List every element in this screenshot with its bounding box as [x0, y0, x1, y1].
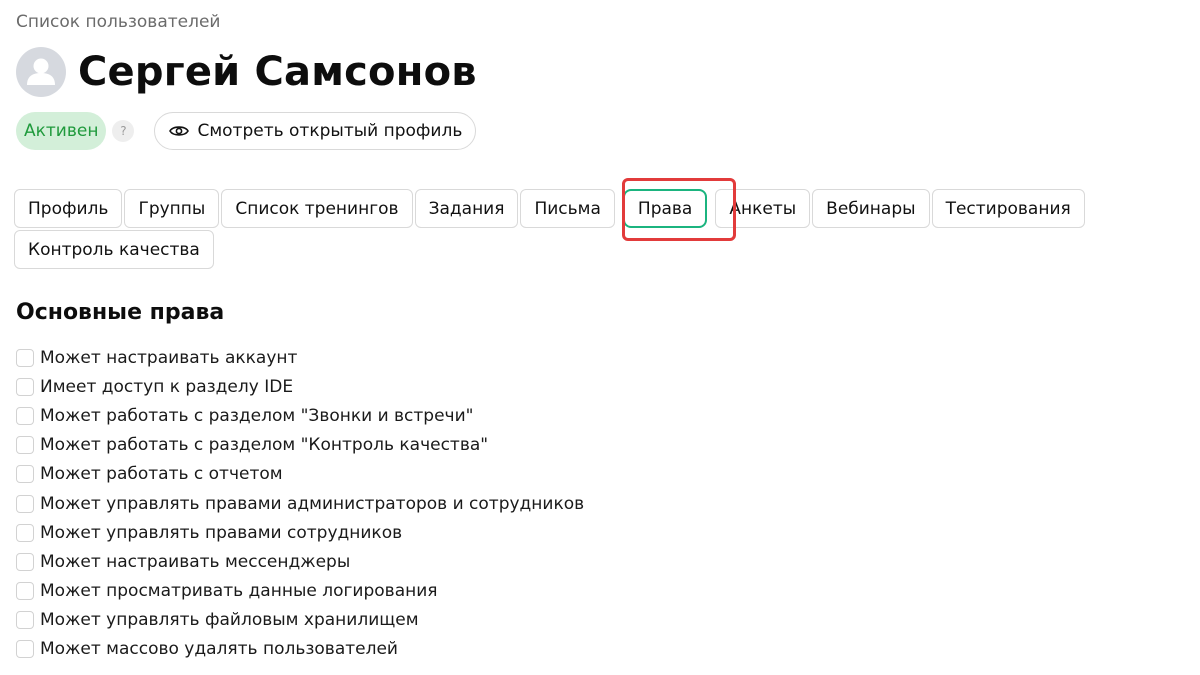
tab-rights[interactable]: Права — [622, 189, 708, 228]
permission-item[interactable]: Может настраивать мессенджеры — [16, 547, 584, 576]
permission-label: Может работать с разделом "Контроль каче… — [40, 435, 489, 456]
permission-checkbox[interactable] — [16, 377, 34, 396]
permission-item[interactable]: Может управлять файловым хранилищем — [16, 606, 584, 635]
view-public-profile-button[interactable]: Смотреть открытый профиль — [154, 112, 477, 150]
tab-testing[interactable]: Тестирования — [931, 189, 1085, 228]
permission-label: Может работать с разделом "Звонки и встр… — [40, 405, 474, 426]
permission-checkbox[interactable] — [16, 406, 34, 425]
permission-checkbox[interactable] — [16, 494, 34, 513]
permission-checkbox[interactable] — [16, 640, 34, 659]
user-avatar-icon — [16, 47, 66, 97]
permission-item[interactable]: Может управлять правами сотрудников — [16, 518, 584, 547]
status-row: Активен ? Смотреть открытый профиль — [16, 112, 477, 150]
section-title-main-rights: Основные права — [16, 300, 225, 325]
page-title: Сергей Самсонов — [78, 49, 477, 95]
permission-checkbox[interactable] — [16, 348, 34, 367]
permission-label: Может массово удалять пользователей — [40, 639, 398, 660]
avatar-silhouette — [27, 58, 55, 85]
permission-checkbox[interactable] — [16, 436, 34, 455]
permission-item[interactable]: Может настраивать аккаунт — [16, 343, 584, 372]
permission-item[interactable]: Может работать с разделом "Контроль каче… — [16, 431, 584, 460]
permission-checkbox[interactable] — [16, 582, 34, 601]
user-header: Сергей Самсонов — [16, 46, 477, 98]
profile-tabs: Профиль Группы Список тренингов Задания … — [14, 189, 1124, 269]
eye-icon — [169, 126, 190, 136]
tab-tasks[interactable]: Задания — [414, 189, 519, 228]
tab-profile[interactable]: Профиль — [14, 189, 123, 228]
tab-questionnaires[interactable]: Анкеты — [715, 189, 811, 228]
tab-quality-control[interactable]: Контроль качества — [14, 230, 214, 269]
view-public-profile-label: Смотреть открытый профиль — [197, 121, 463, 141]
permissions-list: Может настраивать аккаунт Имеет доступ к… — [16, 343, 584, 664]
permission-label: Имеет доступ к разделу IDE — [40, 376, 294, 397]
permission-label: Может управлять правами администраторов … — [40, 493, 585, 514]
breadcrumb-users-list[interactable]: Список пользователей — [16, 12, 220, 32]
tab-groups[interactable]: Группы — [124, 189, 220, 228]
permission-item[interactable]: Имеет доступ к разделу IDE — [16, 372, 584, 401]
user-page: Список пользователей Сергей Самсонов Акт… — [0, 0, 1200, 675]
permission-checkbox[interactable] — [16, 523, 34, 542]
permission-label: Может просматривать данные логирования — [40, 581, 438, 602]
permission-item[interactable]: Может массово удалять пользователей — [16, 635, 584, 664]
permission-item[interactable]: Может работать с отчетом — [16, 460, 584, 489]
permission-item[interactable]: Может просматривать данные логирования — [16, 577, 584, 606]
permission-item[interactable]: Может управлять правами администраторов … — [16, 489, 584, 518]
permission-label: Может работать с отчетом — [40, 464, 283, 485]
permission-checkbox[interactable] — [16, 465, 34, 484]
tab-webinars[interactable]: Вебинары — [812, 189, 930, 228]
permission-label: Может управлять файловым хранилищем — [40, 610, 419, 631]
status-help-icon[interactable]: ? — [112, 120, 135, 142]
status-badge: Активен — [16, 112, 107, 150]
tab-trainings-list[interactable]: Список тренингов — [221, 189, 413, 228]
permission-item[interactable]: Может работать с разделом "Звонки и встр… — [16, 401, 584, 430]
permission-checkbox[interactable] — [16, 552, 34, 571]
permission-label: Может управлять правами сотрудников — [40, 522, 403, 543]
permission-checkbox[interactable] — [16, 611, 34, 630]
permission-label: Может настраивать мессенджеры — [40, 551, 351, 572]
tab-letters[interactable]: Письма — [520, 189, 615, 228]
permission-label: Может настраивать аккаунт — [40, 347, 298, 368]
